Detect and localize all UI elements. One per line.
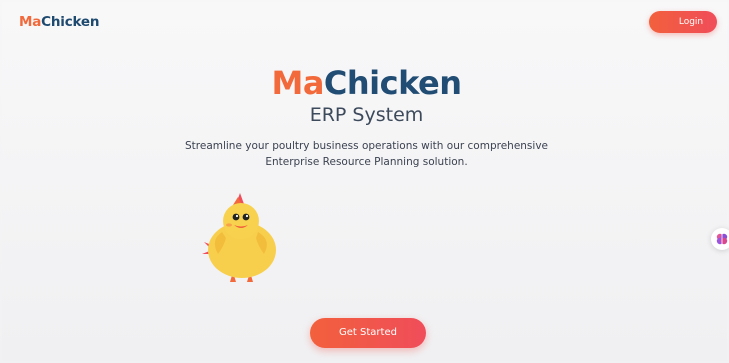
page-container: MaChicken Login MaChicken ERP System Str… (2, 2, 729, 361)
hero-description-line-2: Enterprise Resource Planning solution. (265, 156, 468, 168)
login-button[interactable]: Login (649, 11, 717, 33)
hero-title-ma: Ma (271, 64, 324, 102)
hero-description-line-1: Streamline your poultry business operati… (184, 140, 548, 152)
brand-logo[interactable]: MaChicken (19, 14, 99, 30)
logo-part-ma: Ma (19, 14, 42, 30)
chicken-mascot-icon (202, 193, 276, 282)
hero-title-chicken: Chicken (323, 64, 462, 102)
brain-icon[interactable] (711, 228, 729, 250)
hero-title: MaChicken (2, 64, 729, 102)
brain-icon-glyph (716, 233, 728, 245)
hero-description: Streamline your poultry business operati… (2, 138, 729, 170)
hero-subtitle: ERP System (309, 104, 424, 126)
get-started-button[interactable]: Get Started (310, 318, 426, 348)
logo-part-chicken: Chicken (41, 14, 100, 30)
